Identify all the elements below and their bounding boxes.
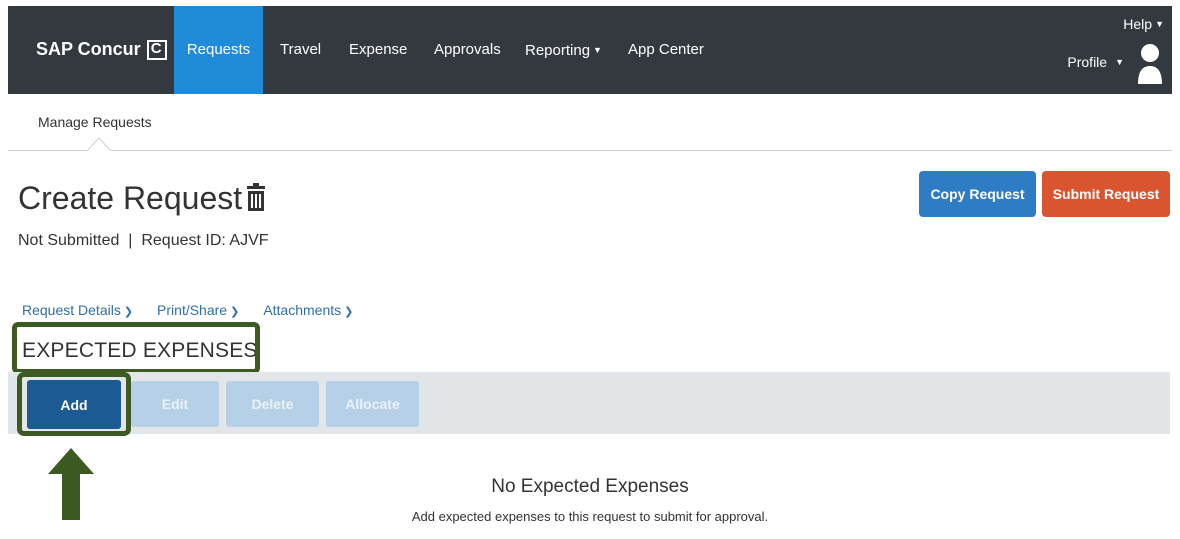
submit-request-button[interactable]: Submit Request <box>1042 171 1170 217</box>
help-menu[interactable]: Help ▼ <box>1123 16 1164 32</box>
nav-approvals[interactable]: Approvals <box>434 6 501 94</box>
sub-navigation: Manage Requests <box>8 94 1172 151</box>
empty-state-message: Add expected expenses to this request to… <box>411 509 769 524</box>
chevron-down-icon: ❯ <box>123 306 134 318</box>
nav-requests-label: Requests <box>186 41 251 58</box>
profile-menu[interactable]: Profile ▼ <box>1067 54 1124 70</box>
request-tabs: Request Details ❯ Print/Share ❯ Attachment… <box>22 302 377 318</box>
request-id: Request ID: AJVF <box>141 232 269 249</box>
manage-requests-link[interactable]: Manage Requests <box>38 114 152 130</box>
user-avatar-icon[interactable] <box>1136 42 1164 86</box>
tab-request-details-label: Request Details <box>22 302 121 318</box>
copy-request-button[interactable]: Copy Request <box>919 171 1036 217</box>
nav-expense-label: Expense <box>349 41 408 58</box>
nav-requests[interactable]: Requests <box>174 6 263 94</box>
add-button-highlight <box>17 372 131 436</box>
caret-down-icon: ▼ <box>1115 57 1124 67</box>
concur-logo-icon <box>146 39 167 60</box>
delete-button[interactable]: Delete <box>226 381 319 427</box>
nav-reporting[interactable]: Reporting ▼ <box>525 6 602 94</box>
nav-travel[interactable]: Travel <box>280 6 321 94</box>
tab-print-share[interactable]: Print/Share ❯ <box>157 302 239 318</box>
tab-request-details[interactable]: Request Details ❯ <box>22 302 133 318</box>
empty-state-title: No Expected Expenses <box>491 476 689 497</box>
edit-button[interactable]: Edit <box>131 381 219 427</box>
sap-concur-logo[interactable]: SAP Concur <box>36 39 167 60</box>
nav-approvals-label: Approvals <box>434 41 501 58</box>
profile-label: Profile <box>1067 54 1108 70</box>
request-status-line: Not Submitted | Request ID: AJVF <box>18 232 269 250</box>
nav-reporting-label: Reporting <box>525 42 591 59</box>
nav-app-center-label: App Center <box>628 41 704 58</box>
allocate-button[interactable]: Allocate <box>326 381 419 427</box>
chevron-down-icon: ❯ <box>344 306 354 318</box>
help-label: Help <box>1123 16 1153 32</box>
nav-travel-label: Travel <box>280 41 322 58</box>
caret-down-icon: ▼ <box>593 45 602 55</box>
tab-attachments[interactable]: Attachments ❯ <box>263 302 353 318</box>
nav-expense[interactable]: Expense <box>349 6 407 94</box>
brand-name: SAP Concur <box>36 39 141 59</box>
request-status: Not Submitted <box>18 232 120 249</box>
page-title: Create Request <box>18 180 243 216</box>
chevron-down-icon: ❯ <box>230 306 240 318</box>
top-navigation-bar: SAP Concur Requests Travel Expense Appro… <box>8 6 1172 94</box>
tab-attachments-label: Attachments <box>263 302 342 318</box>
section-title-highlight <box>12 322 260 374</box>
trash-icon[interactable] <box>247 183 265 211</box>
caret-down-icon: ▼ <box>1155 19 1164 29</box>
nav-app-center[interactable]: App Center <box>628 6 704 94</box>
separator: | <box>123 232 137 249</box>
tab-print-share-label: Print/Share <box>157 302 228 318</box>
